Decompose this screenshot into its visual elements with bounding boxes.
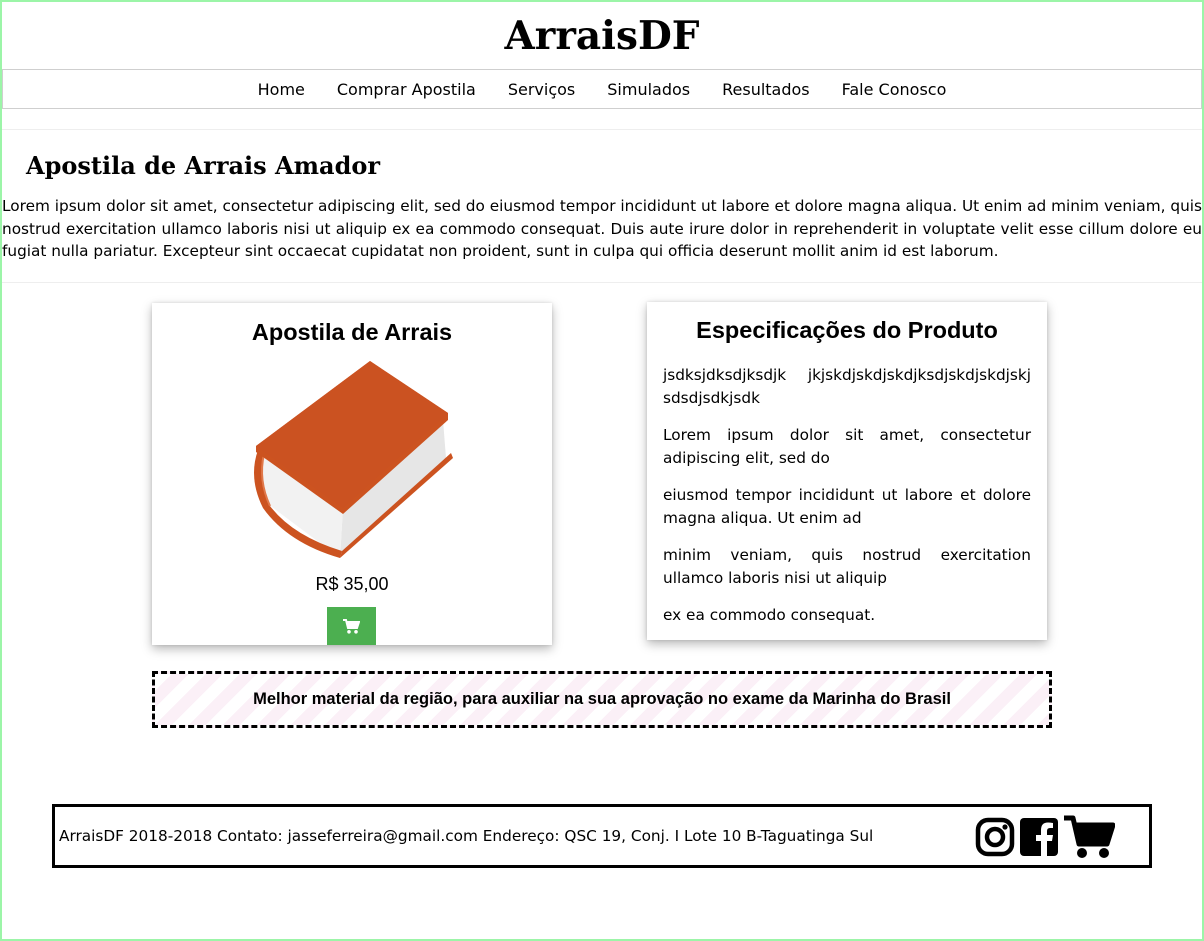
specs-title: Especificações do Produto <box>696 317 998 343</box>
site-title: ArraisDF <box>504 13 700 59</box>
social-links <box>975 814 1115 860</box>
nav-item-simulados[interactable]: Simulados <box>591 80 706 99</box>
book-icon <box>254 361 453 558</box>
nav-item-resultados[interactable]: Resultados <box>706 80 826 99</box>
add-to-cart-button[interactable] <box>327 607 376 645</box>
spec-line: ex ea commodo consequat. <box>663 606 876 624</box>
nav-item-servicos[interactable]: Serviços <box>492 80 591 99</box>
product-price: R$ 35,00 <box>315 574 389 594</box>
facebook-icon[interactable] <box>1019 817 1059 857</box>
footer-text: ArraisDF 2018-2018 Contato: jasseferreir… <box>59 827 874 845</box>
spec-line: eiusmod tempor incididunt ut labore et d… <box>663 486 1031 527</box>
nav-item-home[interactable]: Home <box>242 80 321 99</box>
banner-text: Melhor material da região, para auxiliar… <box>253 690 951 708</box>
footer: ArraisDF 2018-2018 Contato: jasseferreir… <box>52 804 1152 868</box>
divider <box>2 129 1202 130</box>
nav-item-comprar-apostila[interactable]: Comprar Apostila <box>321 80 492 99</box>
promo-banner: Melhor material da região, para auxiliar… <box>152 671 1052 728</box>
main-navbar: Home Comprar Apostila Serviços Simulados… <box>2 69 1202 109</box>
section-heading: Apostila de Arrais Amador <box>26 151 380 180</box>
shopping-cart-icon <box>343 618 360 634</box>
intro-paragraph: Lorem ipsum dolor sit amet, consectetur … <box>2 197 1202 260</box>
nav-item-fale-conosco[interactable]: Fale Conosco <box>826 80 963 99</box>
product-card: Apostila de Arrais R$ 35,00 <box>152 303 552 645</box>
spec-line: minim veniam, quis nostrud exercitation … <box>663 546 1031 587</box>
shopping-cart-icon[interactable] <box>1063 814 1115 860</box>
spec-line: Lorem ipsum dolor sit amet, consectetur … <box>663 426 1031 467</box>
spec-line: jsdksjdksdjksdjk jkjskdjskdjskdjksdjskdj… <box>663 366 1031 407</box>
product-title: Apostila de Arrais <box>251 319 453 345</box>
specs-card: Especificações do Produto jsdksjdksdjksd… <box>647 302 1047 640</box>
divider <box>2 282 1202 283</box>
instagram-icon[interactable] <box>975 817 1015 857</box>
